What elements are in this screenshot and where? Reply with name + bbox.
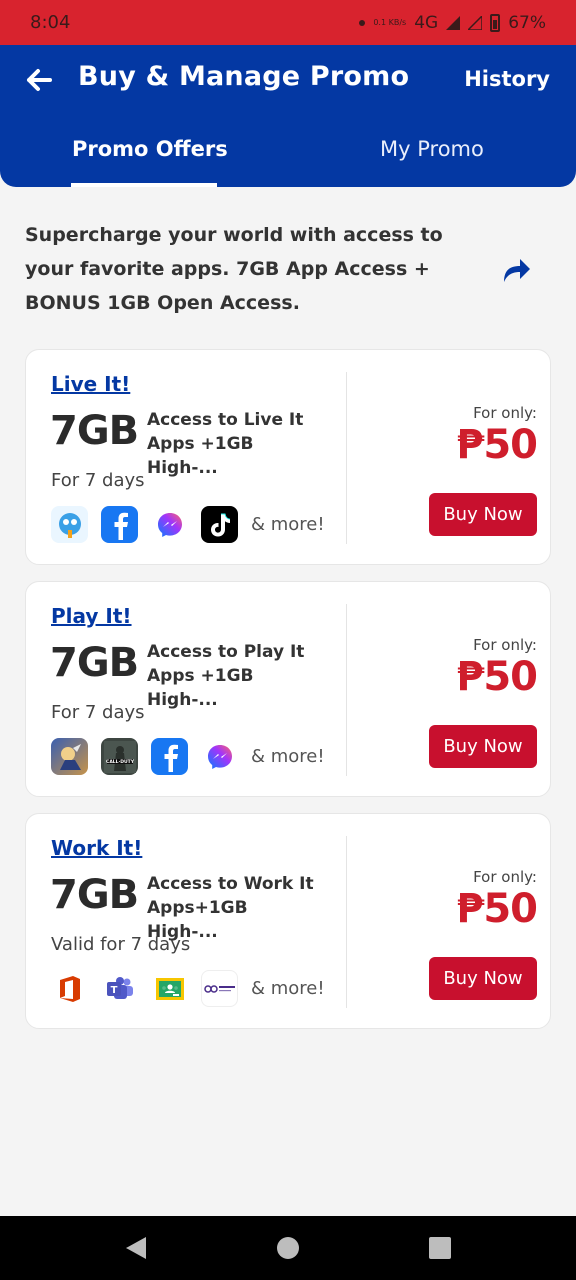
luna-icon	[201, 970, 238, 1007]
buy-now-button[interactable]: Buy Now	[429, 493, 537, 536]
battery-icon	[490, 13, 501, 32]
more-apps-label: & more!	[251, 978, 325, 999]
offer-data-size: 7GB	[50, 872, 139, 918]
offer-apps: T & more!	[51, 970, 325, 1007]
mobile-legends-icon	[51, 738, 88, 775]
messenger-icon	[151, 506, 188, 543]
offer-card-work-it: Work It! 7GB Access to Work It Apps+1GB …	[25, 813, 551, 1029]
promo-intro-text: Supercharge your world with access to yo…	[25, 224, 443, 314]
google-classroom-icon	[151, 970, 188, 1007]
card-divider	[346, 372, 347, 544]
network-type: 4G	[414, 12, 439, 33]
nav-home-button[interactable]	[268, 1228, 308, 1268]
offer-card-play-it: Play It! 7GB Access to Play It Apps +1GB…	[25, 581, 551, 797]
card-divider	[346, 836, 347, 1008]
tab-label: My Promo	[380, 137, 484, 161]
ugo-icon	[51, 506, 88, 543]
facebook-icon	[101, 506, 138, 543]
buy-now-button[interactable]: Buy Now	[429, 957, 537, 1000]
offer-name[interactable]: Play It!	[51, 604, 132, 628]
price-label: For only:	[473, 636, 537, 654]
offer-price: ₱50	[456, 654, 538, 700]
more-apps-label: & more!	[251, 746, 325, 767]
page-title: Buy & Manage Promo	[78, 61, 410, 92]
facebook-icon	[151, 738, 188, 775]
battery-percent: 67%	[508, 12, 546, 33]
svg-text:CALL·DUTY: CALL·DUTY	[106, 759, 135, 765]
more-apps-label: & more!	[251, 514, 325, 535]
offer-card-live-it: Live It! 7GB Access to Live It Apps +1GB…	[25, 349, 551, 565]
offer-apps: CALL·DUTY & more!	[51, 738, 325, 775]
offer-price: ₱50	[456, 886, 538, 932]
tab-my-promo[interactable]: My Promo	[288, 111, 576, 187]
status-bar: 8:04 0.1 KB/s 4G 67%	[0, 0, 576, 45]
net-speed: 0.1 KB/s	[373, 17, 407, 27]
active-tab-indicator	[71, 183, 217, 187]
circle-home-icon	[277, 1237, 299, 1259]
triangle-back-icon	[126, 1237, 146, 1259]
signal-icon	[446, 15, 461, 30]
tab-bar: Promo Offers My Promo	[0, 111, 576, 187]
tab-promo-offers[interactable]: Promo Offers	[0, 111, 288, 187]
offer-description: Access to Live It Apps +1GB High-...	[147, 410, 304, 478]
history-link[interactable]: History	[464, 67, 550, 91]
teams-icon: T	[101, 970, 138, 1007]
offer-data-size: 7GB	[50, 640, 139, 686]
offer-price: ₱50	[456, 422, 538, 468]
app-header: Buy & Manage Promo History Promo Offers …	[0, 45, 576, 187]
back-arrow-icon[interactable]	[22, 63, 56, 97]
price-label: For only:	[473, 404, 537, 422]
offer-validity: Valid for 7 days	[51, 934, 191, 955]
tiktok-icon	[201, 506, 238, 543]
offer-description: Access to Play It Apps +1GB High-...	[147, 642, 305, 710]
card-divider	[346, 604, 347, 776]
nav-recents-button[interactable]	[420, 1228, 460, 1268]
messenger-icon	[201, 738, 238, 775]
system-nav-bar	[0, 1216, 576, 1280]
share-icon[interactable]	[500, 254, 532, 286]
status-time: 8:04	[30, 12, 71, 33]
offer-apps: & more!	[51, 506, 325, 543]
notification-dot-icon	[359, 19, 366, 26]
call-of-duty-icon: CALL·DUTY	[101, 738, 138, 775]
offer-name[interactable]: Live It!	[51, 372, 130, 396]
svg-text:T: T	[110, 985, 117, 996]
nav-back-button[interactable]	[116, 1228, 156, 1268]
tab-label: Promo Offers	[72, 137, 228, 161]
signal-icon-2	[468, 15, 483, 30]
offer-name[interactable]: Work It!	[51, 836, 142, 860]
buy-now-button[interactable]: Buy Now	[429, 725, 537, 768]
square-recents-icon	[429, 1237, 451, 1259]
offer-validity: For 7 days	[51, 702, 145, 723]
offer-validity: For 7 days	[51, 470, 145, 491]
status-icons: 0.1 KB/s 4G 67%	[359, 13, 546, 33]
price-label: For only:	[473, 868, 537, 886]
office-icon	[51, 970, 88, 1007]
offer-data-size: 7GB	[50, 408, 139, 454]
